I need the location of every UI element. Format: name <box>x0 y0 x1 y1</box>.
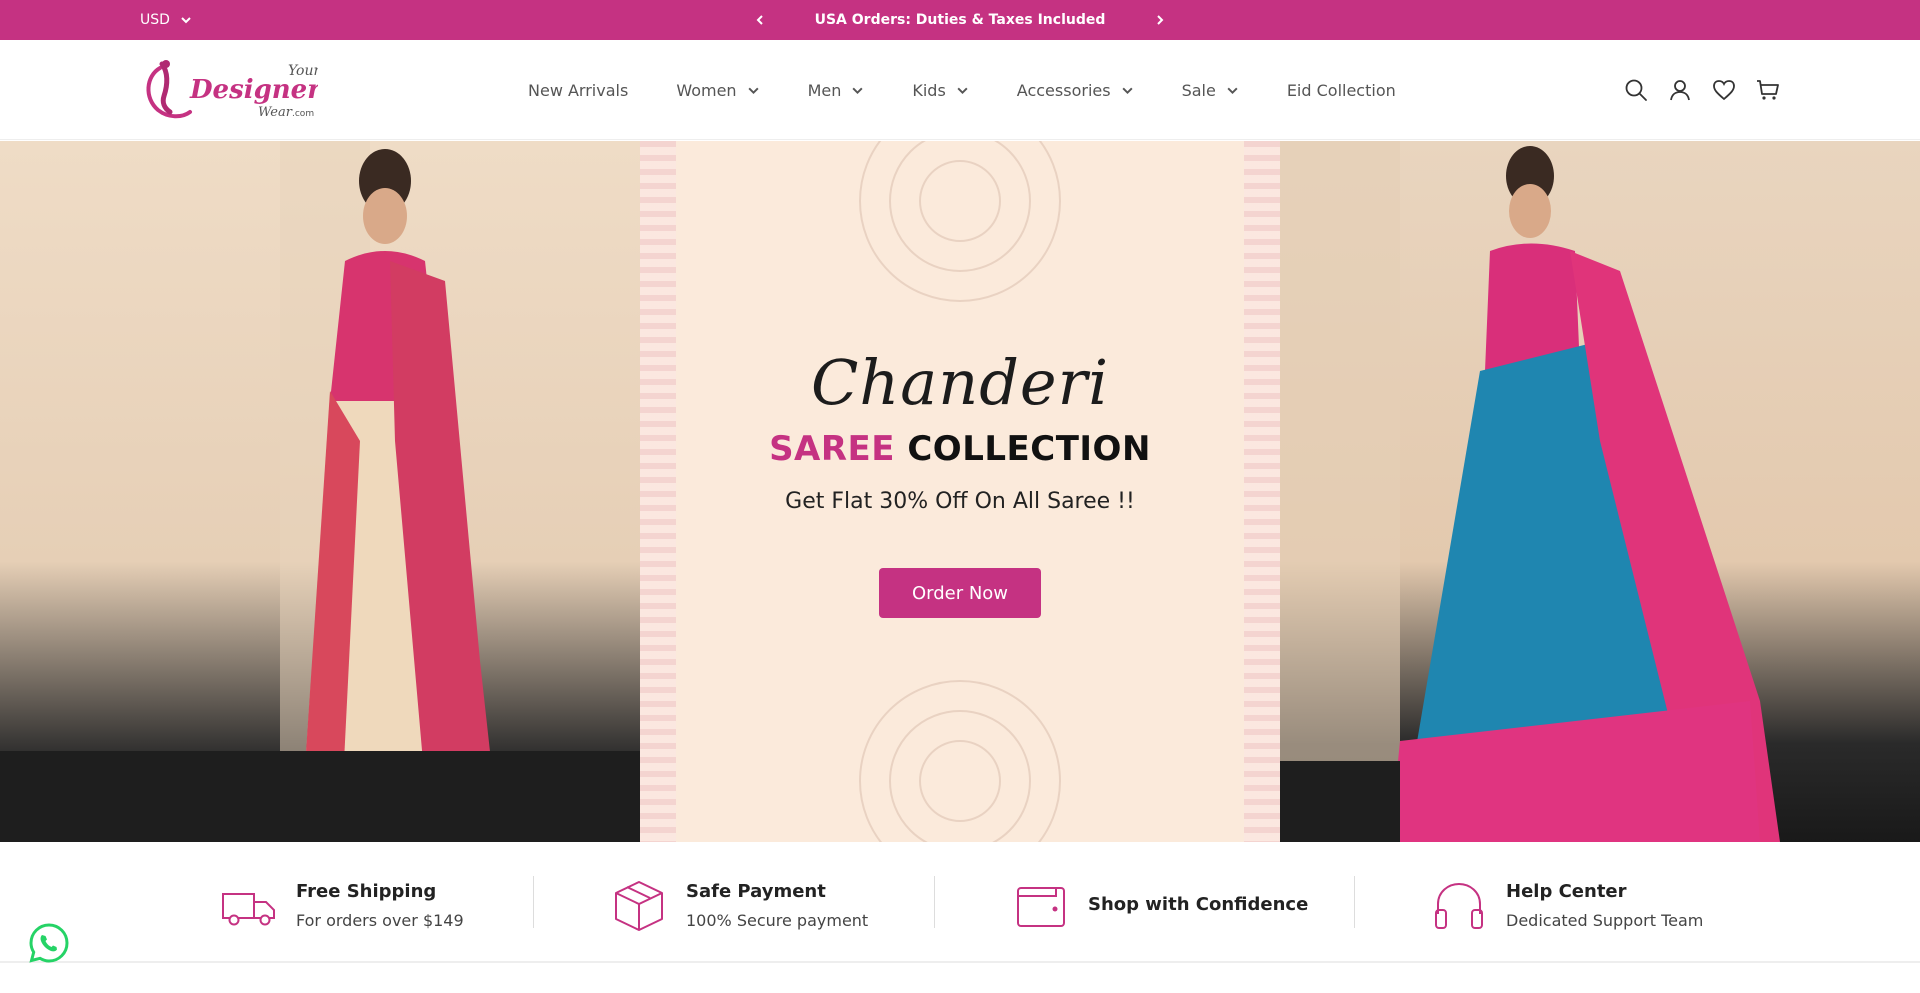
announcement-text-container: USA Orders: Duties & Taxes Included <box>0 0 1920 40</box>
feature-free-shipping: Free Shipping For orders over $149 <box>220 876 464 934</box>
account-icon <box>1670 80 1690 101</box>
wallet-icon <box>1017 887 1065 927</box>
chevron-down-icon <box>1122 87 1133 94</box>
saree-model-illustration-right <box>1280 141 1780 842</box>
feature-shop-confidence: Shop with Confidence <box>1012 876 1308 934</box>
truck-icon <box>222 893 275 926</box>
svg-text:Designer: Designer <box>189 75 318 105</box>
hero-script-title: Chanderi <box>810 346 1110 419</box>
svg-text:.com: .com <box>292 109 314 119</box>
nav-label: Accessories <box>1016 80 1111 100</box>
nav-accessories[interactable]: Accessories <box>1017 81 1134 100</box>
hero-title-highlight: SAREE <box>769 429 895 469</box>
hero-banner: Chanderi SAREE COLLECTION Get Flat 30% O… <box>0 141 1920 842</box>
chevron-down-icon <box>852 87 863 94</box>
saree-model-illustration-left <box>0 141 640 842</box>
hero-model-image-right <box>1280 141 1920 842</box>
nav-label: Women <box>676 80 737 100</box>
announcement-text: USA Orders: Duties & Taxes Included <box>814 12 1106 28</box>
wishlist-button[interactable] <box>1712 78 1736 102</box>
feature-divider <box>1354 876 1355 928</box>
feature-divider <box>934 876 935 928</box>
feature-title: Safe Payment <box>686 880 826 902</box>
site-header: Your Designer Wear .com New Arrivals Wom… <box>0 40 1920 140</box>
chevron-right-icon <box>1157 15 1164 25</box>
nav-label: New Arrivals <box>528 80 629 100</box>
chevron-down-icon <box>957 87 968 94</box>
feature-divider <box>533 876 534 928</box>
account-button[interactable] <box>1668 78 1692 102</box>
chevron-down-icon <box>1227 87 1238 94</box>
nav-new-arrivals[interactable]: New Arrivals <box>528 81 628 100</box>
announcement-next-button[interactable] <box>1150 10 1170 30</box>
whatsapp-chat-button[interactable] <box>28 922 70 964</box>
nav-label: Sale <box>1181 80 1216 100</box>
features-strip: Free Shipping For orders over $149 Safe … <box>0 842 1920 962</box>
nav-label: Kids <box>912 80 946 100</box>
main-nav: New Arrivals Women Men Kids Accessories … <box>528 40 1444 140</box>
feature-title: Help Center <box>1506 880 1627 902</box>
nav-label: Men <box>807 80 842 100</box>
chevron-down-icon <box>748 87 759 94</box>
section-divider <box>0 961 1920 963</box>
hero-subtitle: Get Flat 30% Off On All Saree !! <box>785 489 1135 514</box>
search-button[interactable] <box>1624 78 1648 102</box>
nav-eid-collection[interactable]: Eid Collection <box>1287 81 1396 100</box>
hero-title: SAREE COLLECTION <box>640 429 1280 469</box>
headphones-icon <box>1435 882 1483 929</box>
nav-men[interactable]: Men <box>808 81 865 100</box>
brand-logo[interactable]: Your Designer Wear .com <box>138 54 318 124</box>
feature-subtitle: For orders over $149 <box>296 910 464 930</box>
feature-help-center: Help Center Dedicated Support Team <box>1430 876 1703 934</box>
nav-women[interactable]: Women <box>676 81 759 100</box>
announcement-bar: USD USA Orders: Duties & Taxes Included <box>0 0 1920 40</box>
announcement-prev-button[interactable] <box>750 10 770 30</box>
svg-text:Wear: Wear <box>258 105 293 120</box>
feature-subtitle: Dedicated Support Team <box>1506 910 1704 930</box>
feature-safe-payment: Safe Payment 100% Secure payment <box>610 876 868 934</box>
search-icon <box>1625 79 1647 101</box>
hero-model-image-left <box>0 141 640 842</box>
chevron-left-icon <box>756 15 763 25</box>
wishlist-icon <box>1713 80 1735 101</box>
box-icon <box>615 881 663 931</box>
nav-sale[interactable]: Sale <box>1182 81 1239 100</box>
order-now-button[interactable]: Order Now <box>879 568 1041 618</box>
cart-icon <box>1757 80 1779 100</box>
hero-title-rest: COLLECTION <box>907 429 1151 469</box>
header-actions <box>1624 40 1780 140</box>
nav-label: Eid Collection <box>1286 80 1396 100</box>
hero-content: Chanderi SAREE COLLECTION Get Flat 30% O… <box>640 141 1280 842</box>
feature-title: Shop with Confidence <box>1088 894 1309 915</box>
nav-kids[interactable]: Kids <box>912 81 968 100</box>
cart-button[interactable] <box>1756 78 1780 102</box>
feature-title: Free Shipping <box>296 880 437 902</box>
feature-subtitle: 100% Secure payment <box>686 910 869 930</box>
